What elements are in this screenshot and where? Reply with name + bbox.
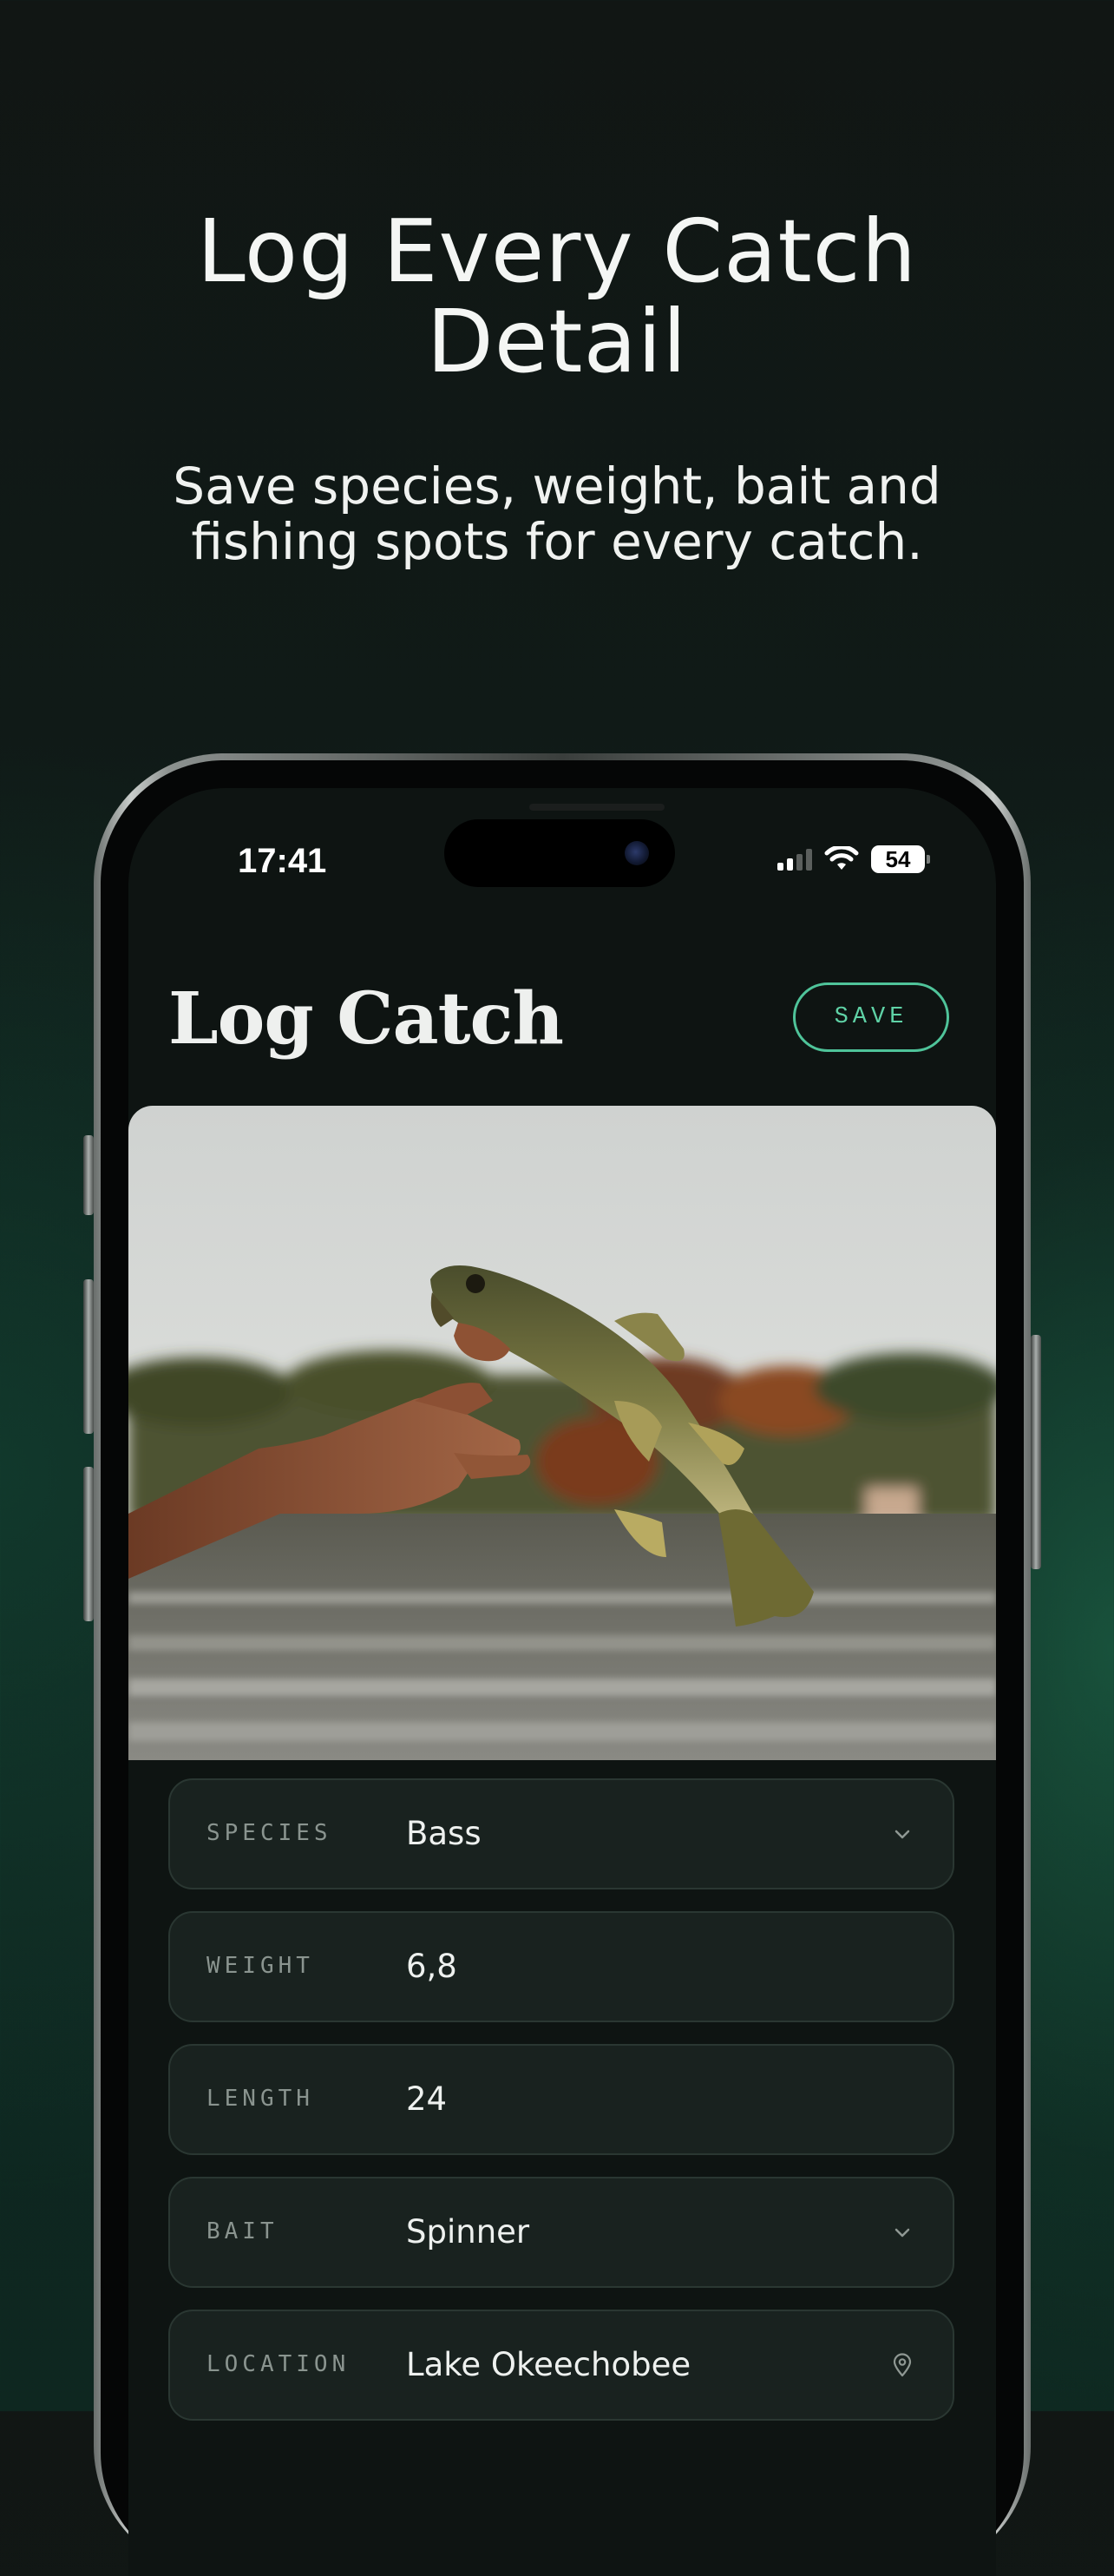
earpiece-speaker bbox=[529, 804, 665, 811]
promo-title-line-1: Log Every Catch bbox=[196, 200, 918, 302]
wifi-icon bbox=[824, 846, 859, 870]
weight-field[interactable]: WEIGHT 6,8 bbox=[168, 1911, 954, 2022]
location-field[interactable]: LOCATION Lake Okeechobee bbox=[168, 2310, 954, 2421]
location-label: LOCATION bbox=[206, 2351, 351, 2377]
species-label: SPECIES bbox=[206, 1820, 332, 1846]
promo-subtitle-line-2: fishing spots for every catch. bbox=[191, 512, 923, 571]
catch-photo[interactable] bbox=[128, 1106, 996, 1760]
page-title: Log Catch bbox=[168, 977, 564, 1061]
action-button bbox=[83, 1135, 94, 1215]
promo-subtitle-line-1: Save species, weight, bait and bbox=[173, 457, 941, 516]
location-value: Lake Okeechobee bbox=[406, 2346, 691, 2383]
status-icons: 54 bbox=[777, 844, 930, 875]
bait-label: BAIT bbox=[206, 2218, 278, 2244]
length-value: 24 bbox=[406, 2080, 448, 2118]
status-time: 17:41 bbox=[238, 842, 327, 880]
length-field[interactable]: LENGTH 24 bbox=[168, 2044, 954, 2155]
phone-screen: 17:41 54 Log Catch SAVE SPECIES Bass WEI… bbox=[128, 788, 996, 2576]
bait-value: Spinner bbox=[406, 2213, 530, 2251]
front-camera-icon bbox=[625, 841, 649, 865]
volume-down-button bbox=[83, 1467, 94, 1621]
promo-title: Log Every Catch Detail bbox=[0, 207, 1114, 387]
chevron-down-icon bbox=[894, 2228, 910, 2238]
volume-up-button bbox=[83, 1279, 94, 1434]
species-field[interactable]: SPECIES Bass bbox=[168, 1778, 954, 1889]
dynamic-island bbox=[444, 819, 675, 887]
promo-subtitle: Save species, weight, bait and fishing s… bbox=[121, 458, 993, 569]
species-value: Bass bbox=[406, 1815, 482, 1852]
chevron-down-icon bbox=[894, 1830, 910, 1839]
map-pin-icon bbox=[893, 2353, 912, 2377]
bait-field[interactable]: BAIT Spinner bbox=[168, 2177, 954, 2288]
signal-icon bbox=[777, 848, 812, 871]
power-button bbox=[1031, 1335, 1041, 1569]
promo-title-line-2: Detail bbox=[426, 291, 688, 392]
weight-label: WEIGHT bbox=[206, 1953, 314, 1979]
phone-frame: 17:41 54 Log Catch SAVE SPECIES Bass WEI… bbox=[83, 753, 1041, 2576]
save-button[interactable]: SAVE bbox=[793, 982, 949, 1052]
length-label: LENGTH bbox=[206, 2086, 314, 2112]
catch-photo-illustration bbox=[128, 1106, 996, 1760]
battery-icon: 54 bbox=[871, 845, 930, 873]
weight-value: 6,8 bbox=[406, 1948, 457, 1985]
